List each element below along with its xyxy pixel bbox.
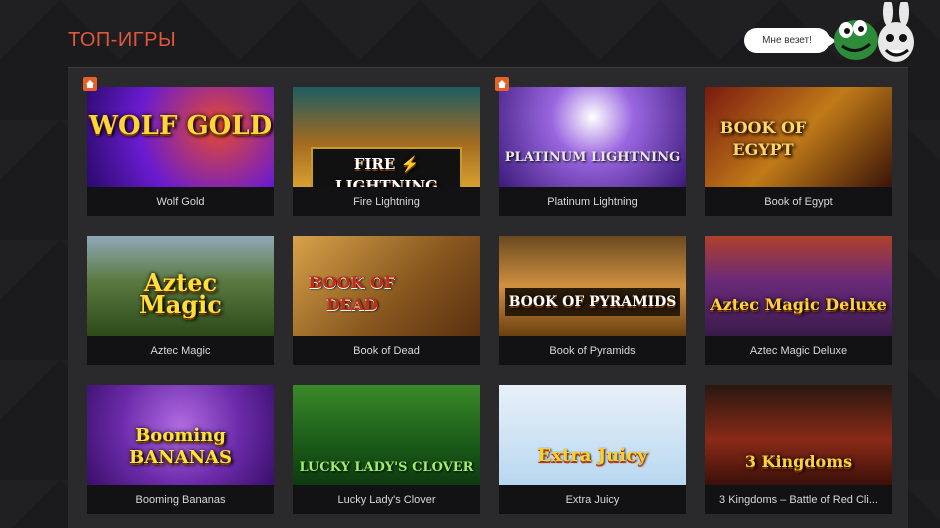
game-logo: BOOK OF DEAD [308, 273, 396, 314]
game-tile[interactable]: FIRE ⚡ LIGHTNING Fire Lightning [293, 87, 480, 216]
mascot-illustration [834, 2, 914, 62]
game-title[interactable]: Book of Egypt [705, 187, 892, 216]
game-thumbnail[interactable]: Aztec Magic [87, 236, 274, 336]
game-title[interactable]: 3 Kingdoms – Battle of Red Cli... [705, 485, 892, 514]
game-thumbnail[interactable]: WOLF GOLD [87, 87, 274, 187]
game-logo: BOOK OF EGYPT [719, 118, 807, 159]
game-tile[interactable]: 3 Kingdoms 3 Kingdoms – Battle of Red Cl… [705, 385, 892, 514]
game-logo: PLATINUM LIGHTNING [504, 150, 681, 165]
game-thumbnail[interactable]: Booming BANANAS [87, 385, 274, 485]
game-title[interactable]: Booming Bananas [87, 485, 274, 514]
game-thumbnail[interactable]: Extra Juicy [499, 385, 686, 485]
game-tile[interactable]: Aztec Magic Aztec Magic [87, 236, 274, 365]
game-title[interactable]: Aztec Magic [87, 336, 274, 365]
game-tile[interactable]: Booming BANANAS Booming Bananas [87, 385, 274, 514]
game-title[interactable]: Book of Pyramids [499, 336, 686, 365]
game-tile[interactable]: Extra Juicy Extra Juicy [499, 385, 686, 514]
game-title[interactable]: Book of Dead [293, 336, 480, 365]
game-logo: Aztec Magic Deluxe [710, 295, 887, 314]
game-tile[interactable]: LUCKY LADY'S CLOVER Lucky Lady's Clover [293, 385, 480, 514]
game-thumbnail[interactable]: LUCKY LADY'S CLOVER [293, 385, 480, 485]
game-logo: Extra Juicy [537, 445, 648, 466]
game-tile[interactable]: Aztec Magic Deluxe Aztec Magic Deluxe [705, 236, 892, 365]
game-tile[interactable]: WOLF GOLD Wolf Gold [87, 87, 274, 216]
game-logo: FIRE ⚡ LIGHTNING [311, 147, 462, 187]
lucky-button[interactable]: Мне везет! [744, 28, 836, 53]
game-title[interactable]: Platinum Lightning [499, 187, 686, 216]
game-title[interactable]: Fire Lightning [293, 187, 480, 216]
home-icon [83, 77, 97, 91]
game-title[interactable]: Aztec Magic Deluxe [705, 336, 892, 365]
game-thumbnail[interactable]: BOOK OF EGYPT [705, 87, 892, 187]
home-icon [495, 77, 509, 91]
game-tile[interactable]: BOOK OF PYRAMIDS Book of Pyramids [499, 236, 686, 365]
game-thumbnail[interactable]: BOOK OF PYRAMIDS [499, 236, 686, 336]
game-title[interactable]: Wolf Gold [87, 187, 274, 216]
game-logo: 3 Kingdoms [744, 452, 853, 471]
game-thumbnail[interactable]: 3 Kingdoms [705, 385, 892, 485]
game-tile[interactable]: BOOK OF EGYPT Book of Egypt [705, 87, 892, 216]
game-thumbnail[interactable]: BOOK OF DEAD [293, 236, 480, 336]
game-logo: BOOK OF PYRAMIDS [505, 288, 680, 316]
game-logo: Booming BANANAS [128, 425, 233, 468]
game-title[interactable]: Extra Juicy [499, 485, 686, 514]
game-tile[interactable]: PLATINUM LIGHTNING Platinum Lightning [499, 87, 686, 216]
game-thumbnail[interactable]: Aztec Magic Deluxe [705, 236, 892, 336]
game-thumbnail[interactable]: PLATINUM LIGHTNING [499, 87, 686, 187]
game-logo: LUCKY LADY'S CLOVER [299, 460, 474, 475]
game-logo: WOLF GOLD [88, 111, 273, 141]
game-tile[interactable]: BOOK OF DEAD Book of Dead [293, 236, 480, 365]
game-title[interactable]: Lucky Lady's Clover [293, 485, 480, 514]
game-logo: Aztec Magic [139, 268, 222, 319]
game-thumbnail[interactable]: FIRE ⚡ LIGHTNING [293, 87, 480, 187]
page-title: ТОП-ИГРЫ [68, 29, 177, 51]
